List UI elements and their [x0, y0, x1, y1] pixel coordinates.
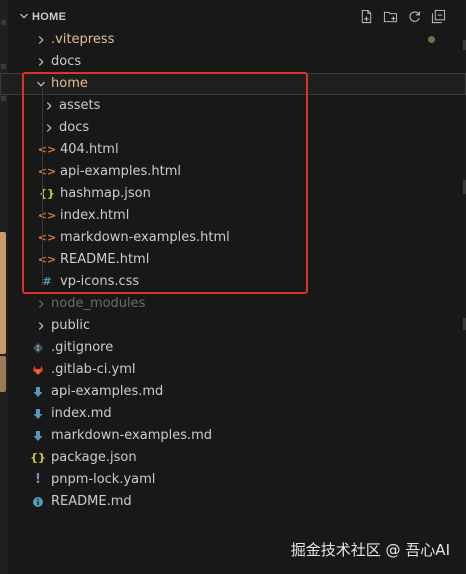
tree-item-docs[interactable]: docs [0, 51, 466, 73]
tree-item-gitignore[interactable]: .gitignore [0, 337, 466, 359]
json-icon: {} [30, 451, 46, 464]
refresh-icon[interactable] [407, 9, 422, 24]
tree-item-label: package.json [51, 450, 137, 465]
tree-item-label: node_modules [51, 296, 146, 311]
tree-item-label: api-examples.md [51, 384, 164, 399]
tree-item-markdown-examples-md[interactable]: markdown-examples.md [0, 425, 466, 447]
markdown-icon [31, 408, 45, 420]
tree-item-index-md[interactable]: index.md [0, 403, 466, 425]
annotation-highlight-box [22, 72, 308, 294]
explorer-actions [359, 9, 446, 24]
markdown-icon [31, 386, 45, 398]
tree-item-vitepress[interactable]: .vitepress [0, 29, 466, 51]
yaml-icon: ! [35, 472, 41, 487]
tree-item-gitlab-ci[interactable]: .gitlab-ci.yml [0, 359, 466, 381]
info-icon [31, 496, 45, 508]
tree-item-label: public [51, 318, 91, 333]
chevron-right-icon [34, 321, 48, 331]
tree-item-api-examples-md[interactable]: api-examples.md [0, 381, 466, 403]
chevron-right-icon [34, 35, 48, 45]
explorer-title: HOME [32, 11, 67, 23]
tree-item-node-modules[interactable]: node_modules [0, 293, 466, 315]
markdown-icon [31, 430, 45, 442]
tree-item-pnpm-lock[interactable]: ! pnpm-lock.yaml [0, 469, 466, 491]
tree-item-label: index.md [51, 406, 112, 421]
tree-item-package-json[interactable]: {} package.json [0, 447, 466, 469]
chevron-down-icon[interactable] [16, 11, 32, 24]
tree-item-public[interactable]: public [0, 315, 466, 337]
tree-item-label: .gitlab-ci.yml [51, 362, 136, 377]
tree-item-readme-md[interactable]: README.md [0, 491, 466, 513]
tree-item-label: docs [51, 54, 82, 69]
edge-tick [1, 20, 6, 25]
new-file-icon[interactable] [359, 9, 374, 24]
watermark: 掘金技术社区 @ 吾心AI [290, 541, 450, 559]
modified-indicator [428, 36, 435, 43]
git-icon [31, 342, 45, 354]
chevron-right-icon [34, 57, 48, 67]
tree-item-label: .gitignore [51, 340, 114, 355]
tree-item-label: pnpm-lock.yaml [51, 472, 156, 487]
collapse-all-icon[interactable] [431, 9, 446, 24]
tree-item-label: README.md [51, 494, 132, 509]
new-folder-icon[interactable] [383, 9, 398, 24]
tree-item-label: markdown-examples.md [51, 428, 213, 443]
tree-item-label: .vitepress [51, 32, 115, 47]
gitlab-icon [31, 364, 45, 376]
chevron-right-icon [34, 299, 48, 309]
